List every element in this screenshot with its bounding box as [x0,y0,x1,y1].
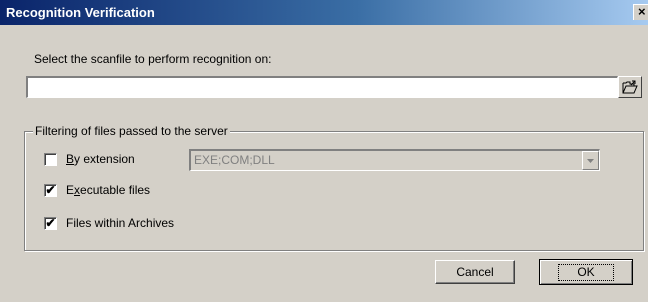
chevron-down-icon [587,158,594,163]
extensions-combobox: EXE;COM;DLL [189,149,600,171]
cancel-button[interactable]: Cancel [435,260,515,284]
extensions-value: EXE;COM;DLL [194,153,275,167]
archives-label[interactable]: Files within Archives [66,216,174,230]
executable-files-checkbox[interactable]: ✔ [44,184,57,197]
close-button[interactable]: × [633,4,648,20]
close-icon: × [638,4,646,19]
archives-checkbox[interactable]: ✔ [44,217,57,230]
window-title: Recognition Verification [6,5,155,20]
extensions-dropdown-button [582,151,599,170]
scanfile-prompt: Select the scanfile to perform recogniti… [34,52,272,66]
executable-files-label[interactable]: Executable files [66,183,150,197]
browse-button[interactable] [618,76,642,98]
by-extension-checkbox[interactable] [44,153,57,166]
ok-button[interactable]: OK [539,259,633,285]
filter-group-legend: Filtering of files passed to the server [33,124,230,138]
title-bar: Recognition Verification × [0,0,648,25]
check-icon: ✔ [45,184,56,197]
open-folder-icon [622,80,638,94]
scanfile-input[interactable] [26,76,618,98]
check-icon: ✔ [45,217,56,230]
by-extension-label[interactable]: By extension [66,152,135,166]
